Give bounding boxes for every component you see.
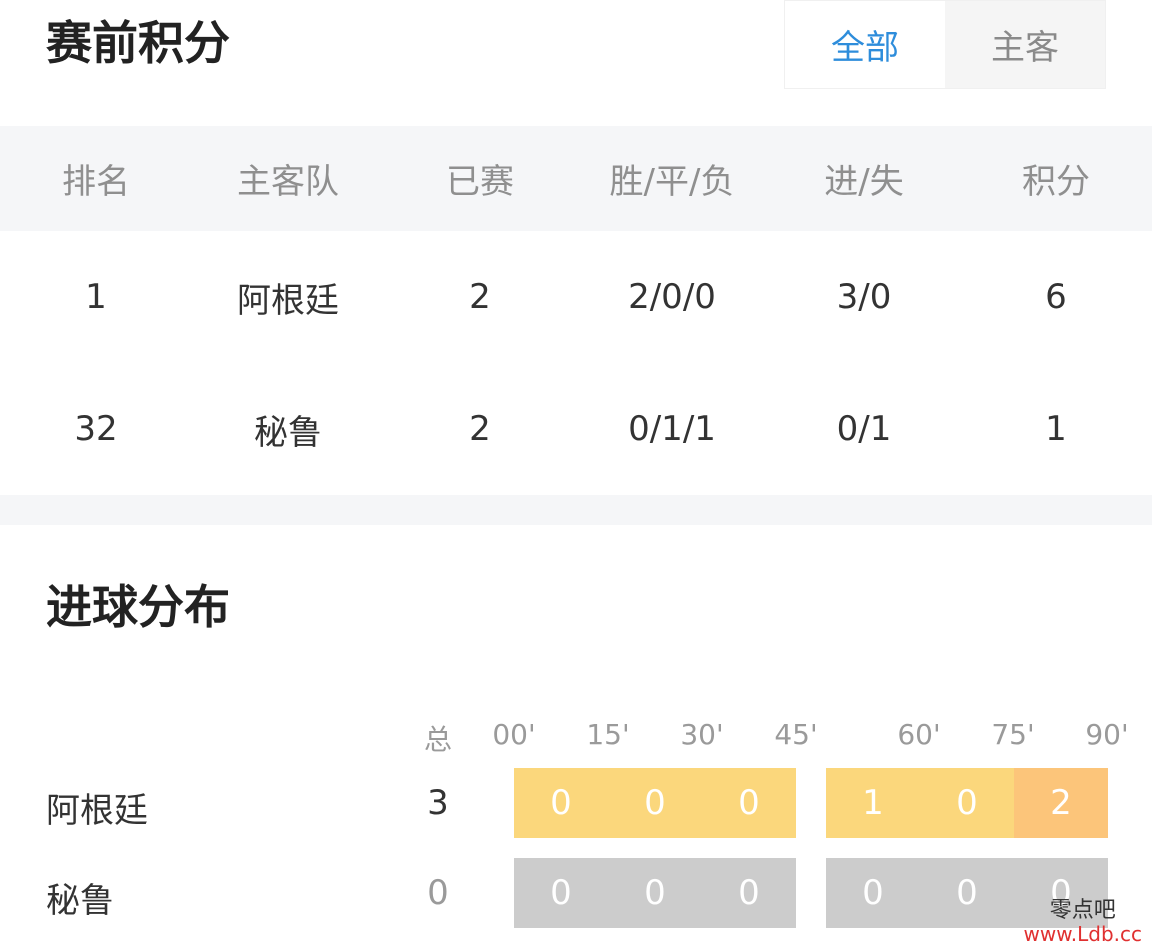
watermark-url: www.Ldb.cc <box>1023 922 1142 947</box>
column-header-played: 已赛 <box>446 162 514 202</box>
second-half-segment: 1 0 2 <box>826 768 1108 838</box>
goal-interval-cell: 1 <box>826 768 920 838</box>
time-label-60: 60' <box>897 718 941 751</box>
standings-title: 赛前积分 <box>46 16 230 70</box>
goal-interval-cell: 0 <box>826 858 920 928</box>
rank-cell: 32 <box>74 409 118 449</box>
tab-home-away[interactable]: 主客 <box>945 1 1105 88</box>
time-label-30: 30' <box>680 718 724 751</box>
team-cell: 秘鲁 <box>254 412 322 453</box>
section-divider <box>0 495 1152 525</box>
rank-cell: 1 <box>85 277 107 317</box>
table-row: 32 秘鲁 2 0/1/1 0/1 1 <box>0 363 1152 495</box>
wdl-cell: 2/0/0 <box>628 277 716 317</box>
time-label-75: 75' <box>991 718 1035 751</box>
goal-interval-cell: 0 <box>920 858 1014 928</box>
column-header-goals: 进/失 <box>824 162 904 202</box>
goal-team-total: 3 <box>427 783 449 823</box>
goal-team-name: 秘鲁 <box>46 881 114 921</box>
goals-cell: 0/1 <box>836 409 892 449</box>
tab-all[interactable]: 全部 <box>785 1 945 88</box>
column-header-team: 主客队 <box>237 162 339 202</box>
goal-team-name: 阿根廷 <box>46 791 148 831</box>
first-half-segment: 0 0 0 <box>514 858 796 928</box>
goal-interval-cell: 2 <box>1014 768 1108 838</box>
goal-team-total: 0 <box>427 873 449 913</box>
standings-table-header: 排名 主客队 已赛 胜/平/负 进/失 积分 <box>0 126 1152 231</box>
goal-interval-cell: 0 <box>514 858 608 928</box>
goal-interval-cell: 0 <box>608 858 702 928</box>
goal-interval-cell: 0 <box>608 768 702 838</box>
played-cell: 2 <box>469 409 491 449</box>
goal-distribution-title: 进球分布 <box>46 580 230 634</box>
watermark-text: 零点吧 <box>1049 898 1116 923</box>
table-row: 1 阿根廷 2 2/0/0 3/0 6 <box>0 231 1152 363</box>
time-label-45: 45' <box>774 718 818 751</box>
column-header-rank: 排名 <box>62 162 130 202</box>
team-cell: 阿根廷 <box>237 280 339 321</box>
time-label-90: 90' <box>1085 718 1129 751</box>
played-cell: 2 <box>469 277 491 317</box>
first-half-segment: 0 0 0 <box>514 768 796 838</box>
goal-interval-cell: 0 <box>920 768 1014 838</box>
standings-tab-group: 全部 主客 <box>784 0 1106 89</box>
points-cell: 1 <box>1045 409 1067 449</box>
goal-interval-cell: 0 <box>514 768 608 838</box>
time-label-15: 15' <box>586 718 630 751</box>
points-cell: 6 <box>1045 277 1067 317</box>
goals-cell: 3/0 <box>836 277 892 317</box>
column-header-points: 积分 <box>1022 162 1090 202</box>
column-header-wdl: 胜/平/负 <box>609 162 735 202</box>
total-label: 总 <box>423 723 453 756</box>
time-label-00: 00' <box>492 718 536 751</box>
goal-interval-cell: 0 <box>702 858 796 928</box>
goal-interval-cell: 0 <box>702 768 796 838</box>
wdl-cell: 0/1/1 <box>628 409 716 449</box>
watermark: 零点吧 www.Ldb.cc <box>1024 898 1142 946</box>
